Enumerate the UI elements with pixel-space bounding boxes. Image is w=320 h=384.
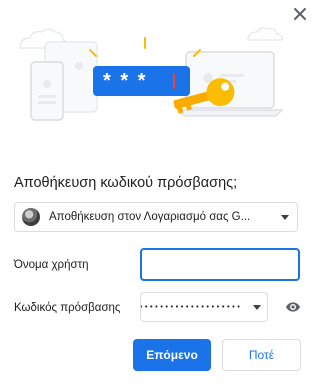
password-label: Κωδικός πρόσβασης: [14, 302, 121, 314]
eye-icon[interactable]: [284, 299, 302, 315]
never-button[interactable]: Ποτέ: [222, 339, 301, 371]
avatar: [22, 208, 40, 226]
chevron-down-icon: [281, 215, 289, 220]
username-label: Όνομα χρήστη: [14, 259, 89, 271]
password-value: ••••••••••••••••••••: [140, 303, 242, 311]
password-mask-text: * * *: [103, 70, 148, 92]
chevron-down-icon: [253, 305, 261, 310]
dialog-title: Αποθήκευση κωδικού πρόσβασης;: [14, 175, 238, 191]
password-select[interactable]: ••••••••••••••••••••: [140, 292, 268, 322]
username-input[interactable]: [140, 248, 300, 281]
account-selector[interactable]: Αποθήκευση στον Λογαριασμό σας G...: [14, 202, 298, 232]
account-label: Αποθήκευση στον Λογαριασμό σας G...: [49, 211, 251, 223]
password-illustration: [19, 27, 284, 121]
next-button[interactable]: Επόμενο: [133, 339, 211, 371]
